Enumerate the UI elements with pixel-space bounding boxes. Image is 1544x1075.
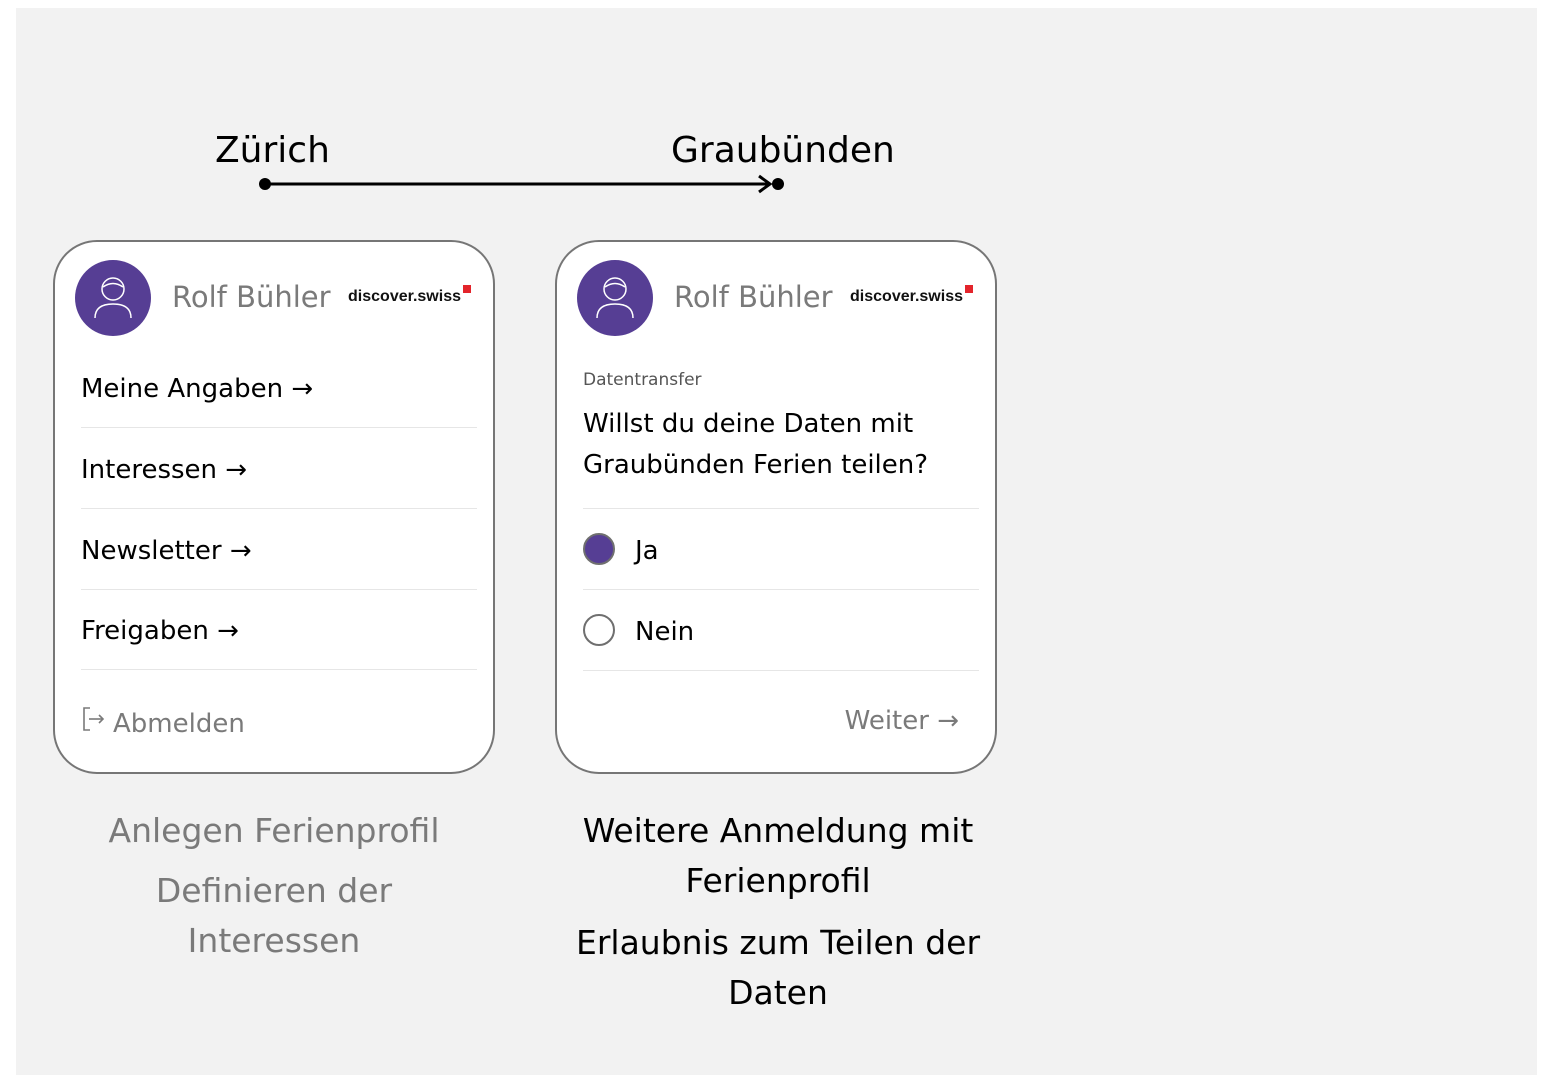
menu-item-label: Freigaben →: [81, 616, 239, 646]
next-button[interactable]: Weiter →: [845, 706, 959, 736]
swiss-flag-icon: [463, 285, 471, 293]
swiss-flag-icon: [965, 285, 973, 293]
route-end-dot: [772, 178, 784, 190]
avatar[interactable]: [75, 260, 151, 336]
brand-logo-text: discover.swiss: [348, 288, 461, 305]
data-transfer-card: Rolf Bühler discover.swiss Datentransfer…: [555, 240, 997, 774]
menu-item-newsletter[interactable]: Newsletter →: [81, 510, 477, 590]
option-ja[interactable]: Ja: [583, 509, 979, 590]
menu-item-interessen[interactable]: Interessen →: [81, 429, 477, 509]
menu-item-meine-angaben[interactable]: Meine Angaben →: [81, 348, 477, 428]
brand-logo-text: discover.swiss: [850, 288, 963, 305]
menu-item-label: Newsletter →: [81, 536, 252, 566]
menu-item-label: Meine Angaben →: [81, 374, 314, 404]
option-label: Nein: [635, 617, 695, 647]
radio-button-selected[interactable]: [583, 533, 615, 565]
logout-button[interactable]: Abmelden: [81, 706, 245, 739]
logout-icon: [83, 707, 105, 731]
brand-logo: discover.swiss: [850, 285, 973, 306]
logout-label: Abmelden: [113, 709, 245, 739]
caption-profile-subtitle: Definieren der Interessen: [155, 871, 393, 960]
caption-transfer-subtitle: Erlaubnis zum Teilen der Daten: [575, 923, 981, 1012]
user-icon: [94, 277, 132, 319]
profile-menu-card: Rolf Bühler discover.swiss Meine Angaben…: [53, 240, 495, 774]
option-nein[interactable]: Nein: [583, 590, 979, 671]
section-label: Datentransfer: [583, 370, 702, 390]
brand-logo: discover.swiss: [348, 285, 471, 306]
consent-question: Willst du deine Daten mit Graubünden Fer…: [583, 409, 929, 480]
user-name: Rolf Bühler: [674, 280, 833, 314]
caption-profile-title: Anlegen Ferienprofil: [108, 811, 440, 850]
menu-item-freigaben[interactable]: Freigaben →: [81, 590, 477, 670]
avatar[interactable]: [577, 260, 653, 336]
radio-button[interactable]: [583, 614, 615, 646]
user-icon: [596, 277, 634, 319]
menu-item-label: Interessen →: [81, 455, 248, 485]
option-label: Ja: [635, 536, 659, 566]
caption-transfer-title: Weitere Anmeldung mit Ferienprofil: [582, 811, 974, 900]
user-name: Rolf Bühler: [172, 280, 331, 314]
